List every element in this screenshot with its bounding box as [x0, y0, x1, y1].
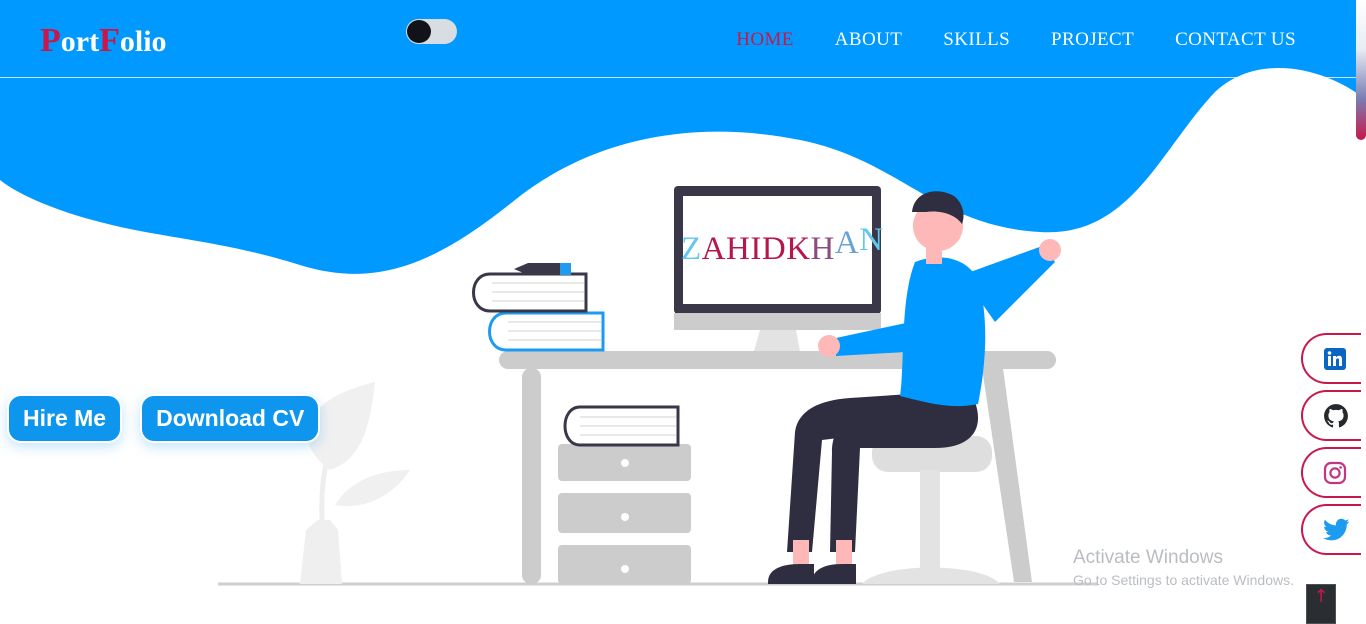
instagram-icon: [1323, 461, 1347, 484]
linkedin-link[interactable]: [1301, 333, 1361, 384]
page-scrollbar[interactable]: [1356, 0, 1366, 140]
monitor-letter: D: [761, 231, 787, 267]
logo-letter-f: F: [99, 22, 120, 59]
arrow-up-icon: ↑: [1313, 586, 1329, 607]
download-cv-button[interactable]: Download CV: [140, 394, 321, 443]
logo-letter-p: P: [40, 22, 61, 59]
site-logo[interactable]: PortFolio: [40, 22, 167, 60]
hire-me-button[interactable]: Hire Me: [7, 394, 123, 443]
monitor-letter: H: [810, 231, 835, 267]
nav-link-project[interactable]: PROJECT: [1051, 29, 1134, 51]
nav-link-about[interactable]: ABOUT: [835, 29, 902, 51]
hero-illustration: [218, 186, 1098, 586]
back-to-top-button[interactable]: ↑: [1306, 584, 1336, 624]
github-icon: [1324, 403, 1348, 427]
monitor-letter: K: [786, 231, 811, 267]
navbar: PortFolio HOME ABOUT SKILLS PROJECT CONT…: [0, 0, 1356, 78]
activation-title: Activate Windows: [1073, 547, 1223, 568]
twitter-link[interactable]: [1301, 504, 1361, 555]
github-link[interactable]: [1301, 390, 1361, 441]
instagram-link[interactable]: [1301, 447, 1361, 498]
monitor-letter: A: [834, 225, 860, 261]
monitor-name-text: ZAHIDKHAN: [681, 222, 884, 268]
nav-link-contact-us[interactable]: CONTACT US: [1175, 29, 1296, 51]
linkedin-icon: [1324, 347, 1346, 370]
monitor-letter: Z: [681, 231, 702, 267]
hero-buttons: Hire Me Download CV: [7, 394, 321, 443]
activation-subtitle: Go to Settings to activate Windows.: [1073, 572, 1294, 588]
nav-link-home[interactable]: HOME: [736, 29, 794, 51]
monitor-letter: N: [859, 222, 884, 258]
twitter-icon: [1323, 518, 1350, 540]
theme-toggle[interactable]: [406, 19, 457, 44]
windows-activation-watermark: Activate Windows Go to Settings to activ…: [1073, 547, 1294, 588]
social-links: [1301, 333, 1361, 555]
monitor-letter: I: [750, 231, 762, 267]
logo-text-ort: ort: [60, 25, 100, 58]
nav-links: HOME ABOUT SKILLS PROJECT CONTACT US: [736, 29, 1296, 51]
monitor-letter: H: [726, 231, 751, 267]
monitor-letter: A: [701, 231, 727, 267]
logo-text-olio: olio: [119, 25, 167, 58]
theme-toggle-knob: [407, 20, 431, 43]
nav-link-skills[interactable]: SKILLS: [943, 29, 1010, 51]
